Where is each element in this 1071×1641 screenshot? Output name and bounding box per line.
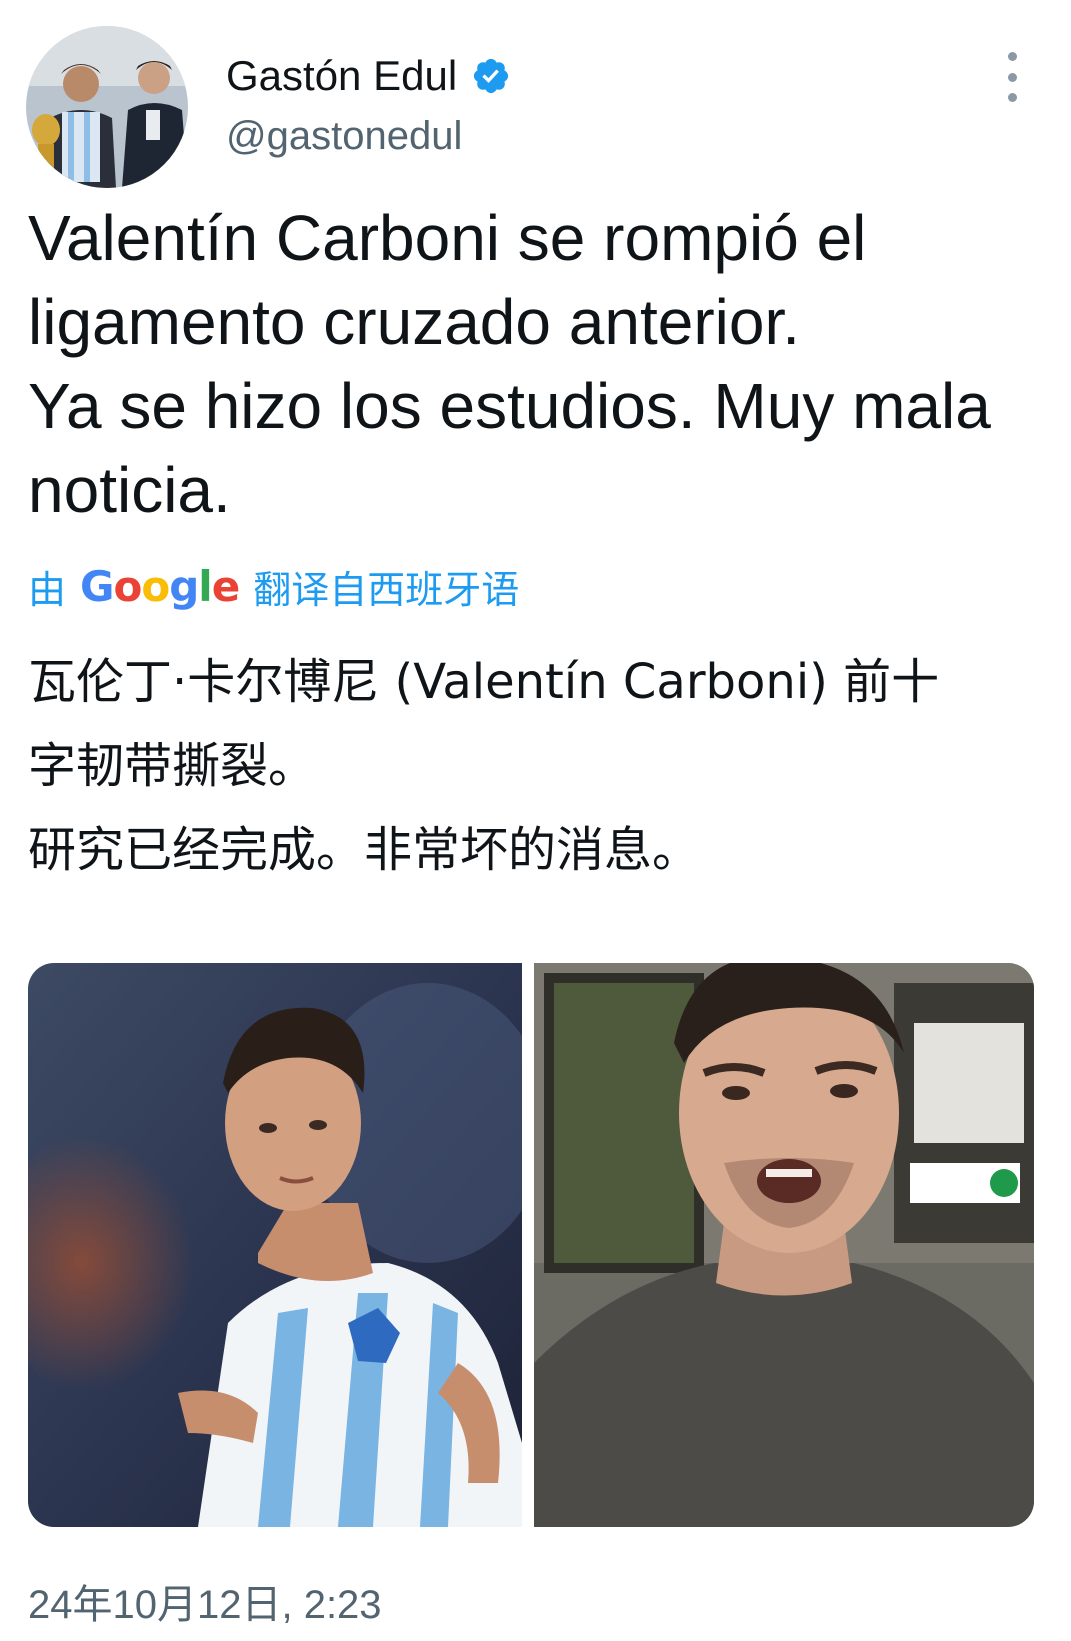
translated-line: 字韧带撕裂。 (28, 738, 317, 794)
translated-line: 研究已经完成。非常坏的消息。 (28, 822, 701, 878)
more-options-icon[interactable] (1000, 52, 1024, 102)
translated-line: 瓦伦丁·卡尔博尼 (Valentín Carboni) 前十 (28, 654, 940, 710)
author-display-name[interactable]: Gastón Edul (226, 52, 457, 100)
google-logo: Google (80, 561, 240, 611)
tweet-text: Valentín Carboni se rompió el ligamento … (28, 196, 1048, 532)
verified-badge-icon (474, 58, 509, 94)
tweet-line: noticia. (28, 454, 231, 526)
translation-prefix: 由 (28, 569, 67, 612)
translated-text: 瓦伦丁·卡尔博尼 (Valentín Carboni) 前十 字韧带撕裂。 研究… (28, 640, 1048, 892)
tweet-line: Valentín Carboni se rompió el (28, 202, 867, 274)
author-avatar[interactable] (26, 26, 188, 188)
photo-football-player[interactable] (28, 963, 522, 1527)
translation-attribution[interactable]: 由 Google 翻译自西班牙语 (28, 558, 519, 614)
tweet-line: ligamento cruzado anterior. (28, 286, 800, 358)
author-handle[interactable]: @gastonedul (226, 114, 462, 159)
translation-label: 翻译自西班牙语 (253, 569, 520, 612)
author-name-row: Gastón Edul (226, 48, 511, 104)
photo-reporter-video[interactable] (534, 963, 1034, 1527)
tweet-timestamp[interactable]: 24年10月12日, 2:23 (28, 1572, 382, 1630)
tweet-line: Ya se hizo los estudios. Muy mala (28, 370, 991, 442)
